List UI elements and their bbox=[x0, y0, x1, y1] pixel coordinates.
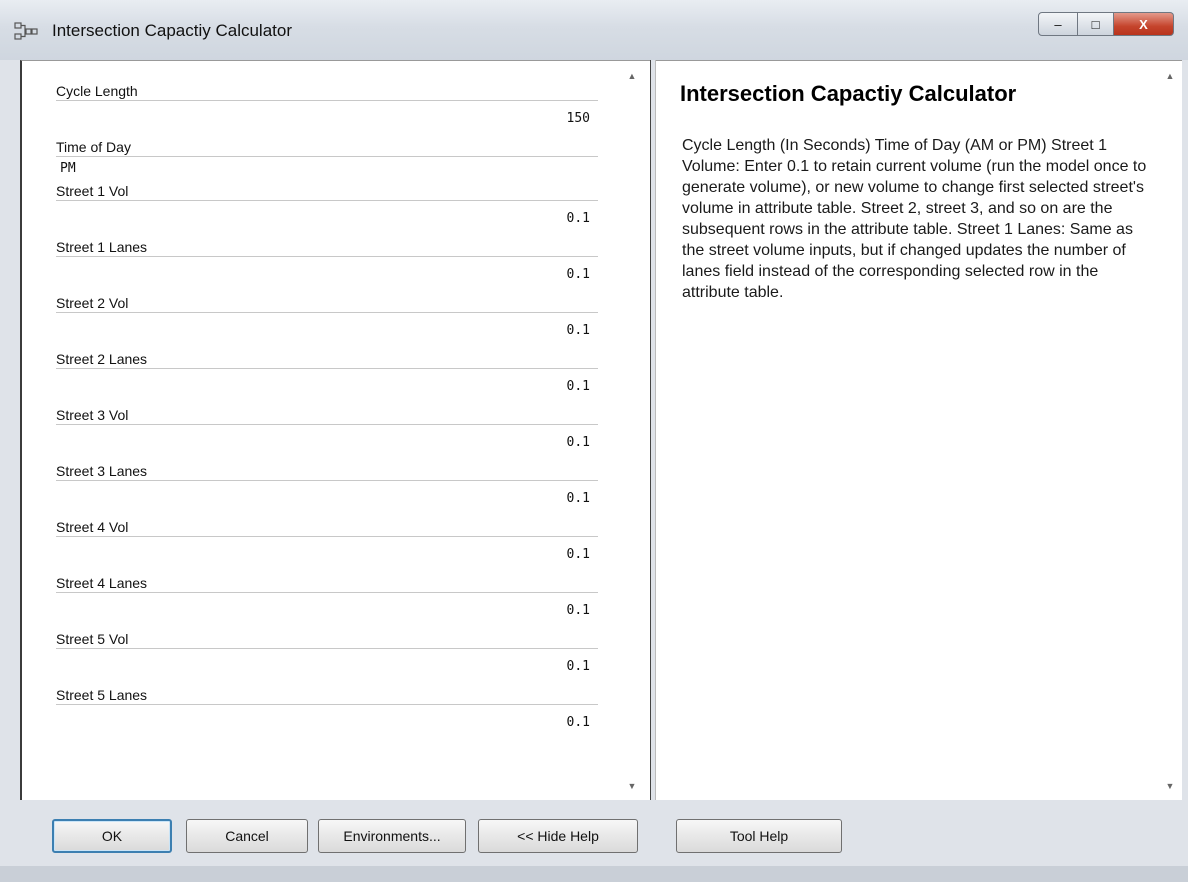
parameter-label: Street 5 Lanes bbox=[56, 685, 598, 705]
parameter-label: Street 1 Lanes bbox=[56, 237, 598, 257]
parameter-row: Street 2 Vol 0.1 bbox=[56, 293, 598, 349]
title-bar: Intersection Capactiy Calculator – □ X bbox=[0, 0, 1188, 60]
parameter-label: Street 5 Vol bbox=[56, 629, 598, 649]
parameter-label: Street 4 Lanes bbox=[56, 573, 598, 593]
minimize-button[interactable]: – bbox=[1038, 12, 1078, 36]
scroll-down-icon[interactable]: ▼ bbox=[626, 781, 638, 791]
tool-help-button[interactable]: Tool Help bbox=[676, 819, 842, 853]
cancel-button[interactable]: Cancel bbox=[186, 819, 308, 853]
parameter-row: Street 5 Vol 0.1 bbox=[56, 629, 598, 685]
parameter-row: Street 3 Lanes 0.1 bbox=[56, 461, 598, 517]
parameter-row: Street 1 Vol 0.1 bbox=[56, 181, 598, 237]
parameter-list: Cycle Length 150 Time of Day PM Street 1 Vol… bbox=[56, 81, 598, 741]
parameter-row: Street 4 Lanes 0.1 bbox=[56, 573, 598, 629]
parameters-pane: Cycle Length 150 Time of Day PM Street 1 Vol… bbox=[20, 60, 650, 800]
parameter-label: Cycle Length bbox=[56, 81, 598, 101]
scroll-up-icon[interactable]: ▲ bbox=[1164, 71, 1176, 81]
window-bottom-edge bbox=[0, 866, 1188, 882]
parameter-label: Street 4 Vol bbox=[56, 517, 598, 537]
model-tool-icon bbox=[14, 22, 38, 40]
scroll-down-icon[interactable]: ▼ bbox=[1164, 781, 1176, 791]
window-controls: – □ X bbox=[1038, 12, 1174, 36]
parameter-row: Street 3 Vol 0.1 bbox=[56, 405, 598, 461]
parameter-label: Time of Day bbox=[56, 137, 598, 157]
parameter-input[interactable]: 0.1 bbox=[56, 313, 598, 349]
parameter-row: Time of Day PM bbox=[56, 137, 598, 181]
parameter-label: Street 1 Vol bbox=[56, 181, 598, 201]
parameters-scrollbar[interactable]: ▲ ▼ bbox=[626, 71, 638, 791]
parameter-row: Street 5 Lanes 0.1 bbox=[56, 685, 598, 741]
parameter-label: Street 2 Lanes bbox=[56, 349, 598, 369]
window-title: Intersection Capactiy Calculator bbox=[52, 21, 293, 40]
parameter-input[interactable]: 0.1 bbox=[56, 537, 598, 573]
hide-help-button[interactable]: << Hide Help bbox=[478, 819, 638, 853]
parameter-input[interactable]: 0.1 bbox=[56, 425, 598, 461]
ok-button[interactable]: OK bbox=[52, 819, 172, 853]
parameter-input[interactable]: 0.1 bbox=[56, 593, 598, 629]
parameter-input[interactable]: 0.1 bbox=[56, 705, 598, 741]
maximize-button[interactable]: □ bbox=[1078, 12, 1114, 36]
parameter-row: Street 1 Lanes 0.1 bbox=[56, 237, 598, 293]
parameter-label: Street 3 Vol bbox=[56, 405, 598, 425]
parameter-row: Street 2 Lanes 0.1 bbox=[56, 349, 598, 405]
help-text: Cycle Length (In Seconds) Time of Day (A… bbox=[682, 137, 1147, 301]
parameter-input[interactable]: 150 bbox=[56, 101, 598, 137]
parameter-label: Street 2 Vol bbox=[56, 293, 598, 313]
parameter-input[interactable]: 0.1 bbox=[56, 649, 598, 685]
parameter-label: Street 3 Lanes bbox=[56, 461, 598, 481]
parameter-input[interactable]: 0.1 bbox=[56, 481, 598, 517]
parameter-row: Street 4 Vol 0.1 bbox=[56, 517, 598, 573]
parameter-input[interactable]: 0.1 bbox=[56, 369, 598, 405]
parameter-row: Cycle Length 150 bbox=[56, 81, 598, 137]
close-button[interactable]: X bbox=[1114, 12, 1174, 36]
help-title: Intersection Capactiy Calculator bbox=[680, 81, 1017, 106]
scroll-up-icon[interactable]: ▲ bbox=[626, 71, 638, 81]
parameter-input[interactable]: 0.1 bbox=[56, 257, 598, 293]
help-scrollbar[interactable]: ▲ ▼ bbox=[1164, 71, 1176, 791]
parameter-input[interactable]: PM bbox=[56, 157, 598, 181]
parameter-input[interactable]: 0.1 bbox=[56, 201, 598, 237]
help-pane: Intersection Capactiy Calculator Cycle L… bbox=[656, 60, 1182, 800]
environments-button[interactable]: Environments... bbox=[318, 819, 466, 853]
